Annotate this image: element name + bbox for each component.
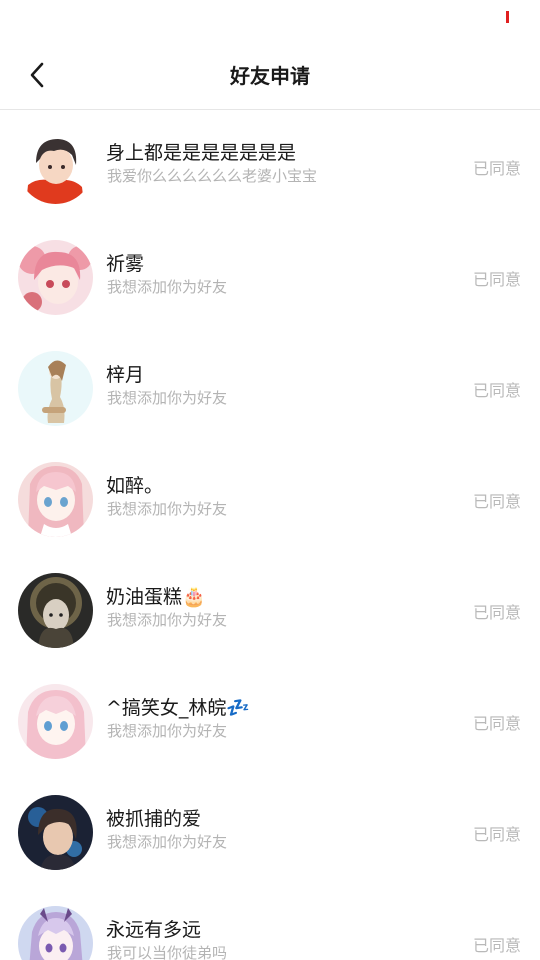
status-label: 已同意 [472, 825, 521, 844]
list-item[interactable]: 被抓捕的爱 我想添加你为好友 已同意 [0, 776, 540, 887]
status-label: 已同意 [472, 714, 521, 733]
request-message: 我想添加你为好友 [107, 500, 228, 518]
avatar[interactable] [18, 795, 93, 870]
status-bar [0, 0, 540, 40]
list-item[interactable]: 如醉。 我想添加你为好友 已同意 [0, 443, 540, 554]
request-name: 奶油蛋糕🎂 [106, 586, 206, 608]
avatar[interactable] [18, 462, 93, 537]
request-message: 我想添加你为好友 [107, 278, 228, 296]
request-message: 我想添加你为好友 [107, 611, 228, 629]
request-message: 我爱你么么么么么么老婆小宝宝 [107, 167, 318, 185]
request-message: 我想添加你为好友 [107, 833, 228, 851]
avatar[interactable] [18, 129, 93, 204]
page-title: 好友申请 [230, 64, 310, 88]
avatar[interactable] [18, 684, 93, 759]
list-item[interactable]: 祈雾 我想添加你为好友 已同意 [0, 221, 540, 332]
header: 好友申请 [0, 40, 540, 110]
request-name: 身上都是是是是是是是 [106, 142, 297, 164]
list-item[interactable]: ^搞笑女_林皖💤 我想添加你为好友 已同意 [0, 665, 540, 776]
request-name: 被抓捕的爱 [106, 808, 202, 830]
request-message: 我想添加你为好友 [107, 722, 228, 740]
avatar[interactable] [18, 351, 93, 426]
request-message: 我想添加你为好友 [107, 389, 228, 407]
status-label: 已同意 [472, 492, 521, 511]
status-label: 已同意 [472, 270, 521, 289]
status-label: 已同意 [472, 603, 521, 622]
avatar[interactable] [18, 573, 93, 648]
avatar[interactable] [18, 906, 93, 960]
request-name: ^搞笑女_林皖💤 [106, 697, 251, 719]
friend-request-list: 身上都是是是是是是是 我爱你么么么么么么老婆小宝宝 已同意 祈雾 我想添加你为好… [0, 110, 540, 960]
list-item[interactable]: 永远有多远 我可以当你徒弟吗 已同意 [0, 887, 540, 960]
request-name: 祈雾 [106, 253, 145, 275]
list-item[interactable]: 梓月 我想添加你为好友 已同意 [0, 332, 540, 443]
request-message: 我可以当你徒弟吗 [107, 944, 228, 960]
request-name: 梓月 [106, 364, 145, 386]
list-item[interactable]: 奶油蛋糕🎂 我想添加你为好友 已同意 [0, 554, 540, 665]
request-name: 如醉。 [106, 475, 164, 497]
list-item[interactable]: 身上都是是是是是是是 我爱你么么么么么么老婆小宝宝 已同意 [0, 110, 540, 221]
status-label: 已同意 [472, 159, 521, 178]
status-label: 已同意 [472, 381, 521, 400]
request-name: 永远有多远 [106, 919, 202, 941]
status-indicator [506, 11, 509, 23]
avatar[interactable] [18, 240, 93, 315]
status-label: 已同意 [472, 936, 521, 955]
